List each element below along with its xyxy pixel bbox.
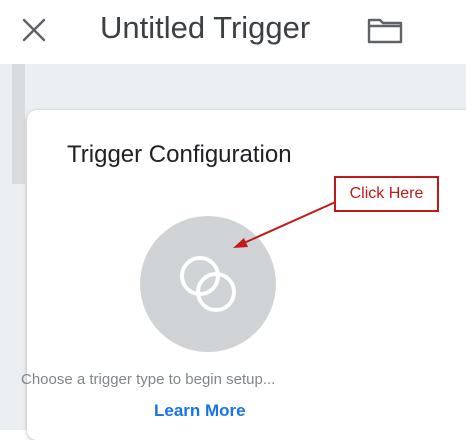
click-here-callout: Click Here bbox=[334, 176, 439, 212]
annotation-arrow bbox=[233, 199, 341, 248]
